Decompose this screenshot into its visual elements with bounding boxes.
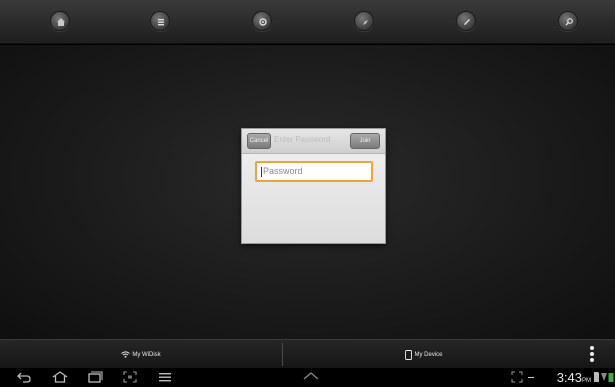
- password-dialog: Cancel Enter Password Join Password: [241, 128, 386, 244]
- sd-card-icon: [594, 372, 599, 382]
- status-dash: [528, 377, 534, 378]
- password-input[interactable]: Password: [255, 161, 373, 182]
- home-icon[interactable]: [50, 11, 70, 31]
- status-clock[interactable]: 3:43PM: [557, 368, 591, 387]
- top-toolbar: [0, 0, 615, 44]
- text-cursor: [261, 166, 262, 177]
- system-navigation-bar: 3:43PM: [0, 368, 615, 387]
- tab-label: My WiDisk: [132, 351, 161, 358]
- clock-time: 3:43: [556, 370, 582, 385]
- battery-icon: [608, 373, 614, 382]
- list-icon[interactable]: [150, 11, 170, 31]
- recent-apps-icon[interactable]: [88, 371, 103, 383]
- chevron-up-icon[interactable]: [302, 371, 320, 381]
- tab-my-device[interactable]: My Device: [283, 340, 565, 369]
- dialog-title: Enter Password: [274, 135, 331, 144]
- wifi-icon: [121, 351, 131, 358]
- dialog-header: Cancel Enter Password Join: [242, 129, 385, 154]
- tab-my-widisk[interactable]: My WiDisk: [0, 340, 282, 369]
- wifi-status-icon: [601, 373, 607, 381]
- edit-icon[interactable]: [456, 11, 476, 31]
- search-icon[interactable]: [558, 11, 578, 31]
- cancel-button[interactable]: Cancel: [247, 133, 271, 149]
- screenshot-icon[interactable]: [123, 371, 137, 383]
- menu-icon[interactable]: [158, 371, 172, 383]
- tab-label: My Device: [414, 351, 443, 358]
- join-button[interactable]: Join: [350, 133, 380, 149]
- settings-icon[interactable]: [252, 11, 272, 31]
- clock-ampm: PM: [582, 378, 591, 384]
- back-icon[interactable]: [17, 371, 31, 383]
- screenshot-status-icon: [511, 371, 523, 383]
- bottom-tab-bar: My WiDisk My Device: [0, 339, 615, 368]
- overflow-menu-icon[interactable]: [589, 345, 595, 364]
- home-nav-icon[interactable]: [52, 371, 68, 383]
- password-placeholder: Password: [263, 166, 303, 176]
- compass-icon[interactable]: [354, 11, 374, 31]
- tablet-device-icon: [405, 349, 413, 360]
